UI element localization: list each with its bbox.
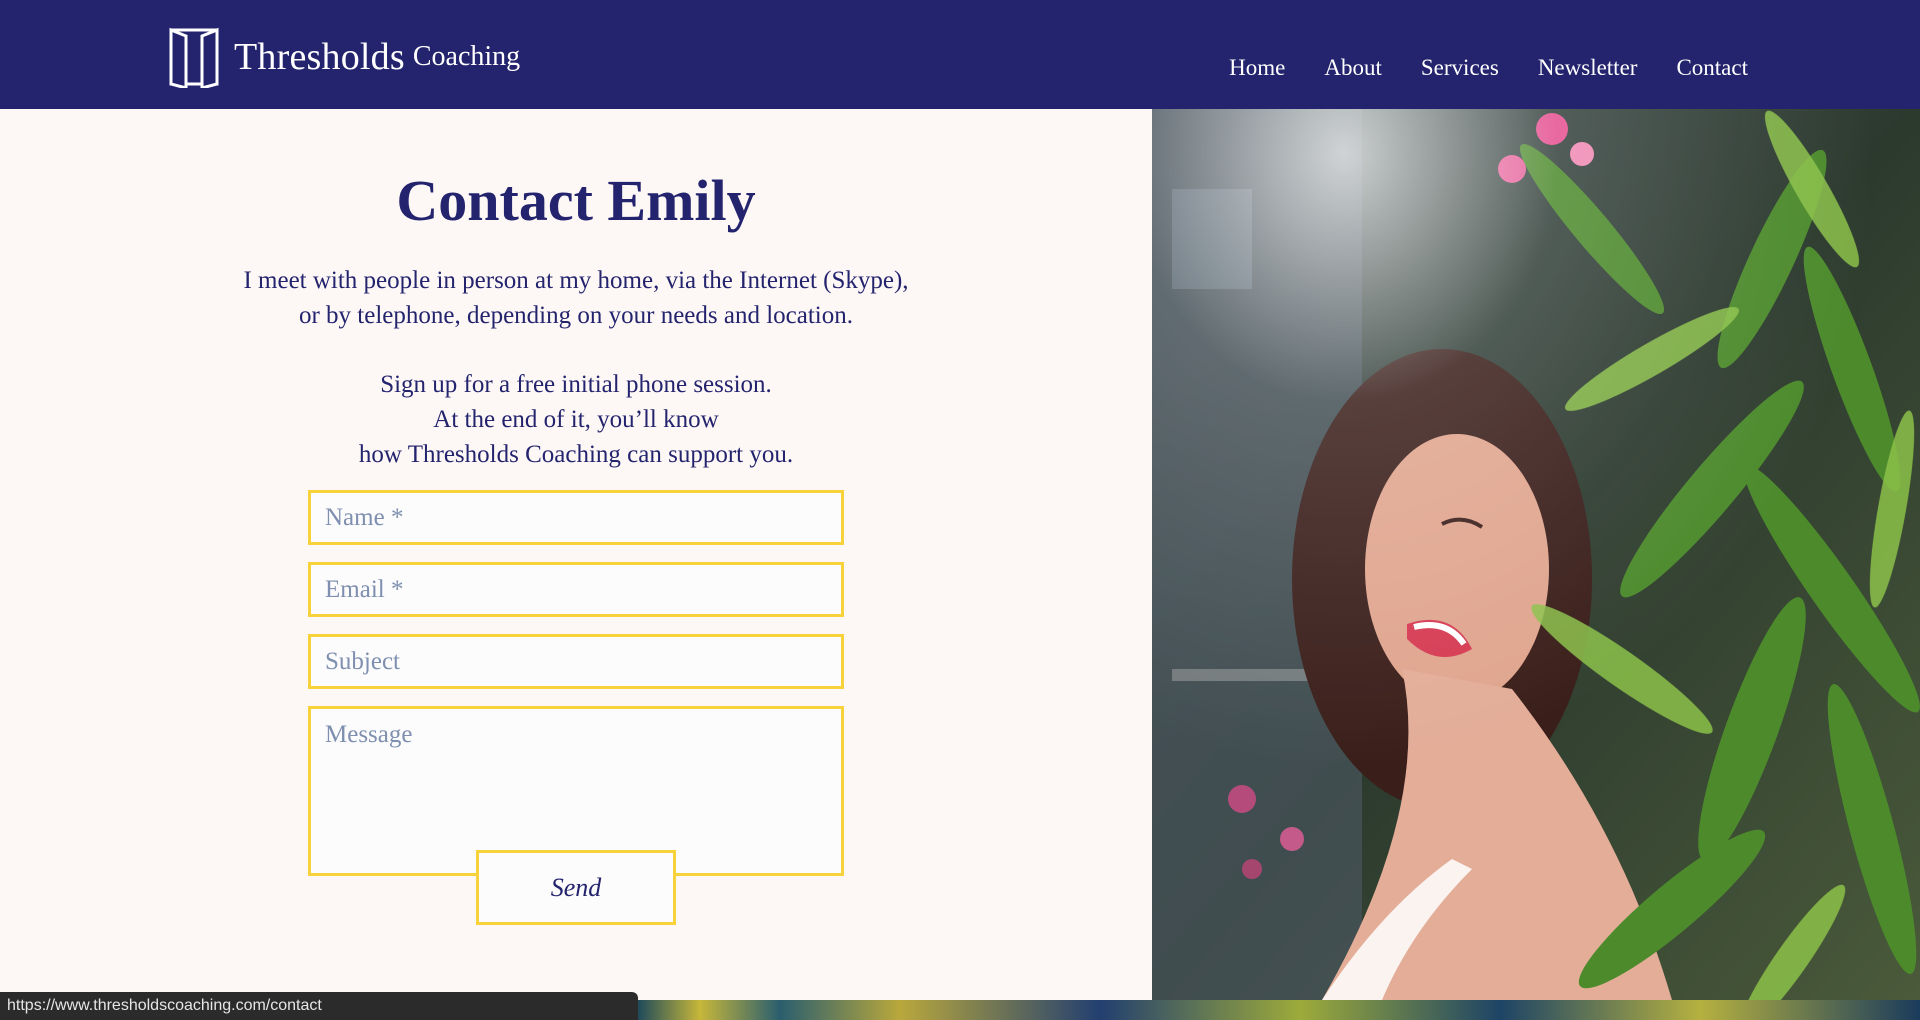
offer-line: Sign up for a free initial phone session… <box>380 371 772 398</box>
nav-about[interactable]: About <box>1324 55 1382 81</box>
intro-line: I meet with people in person at my home,… <box>243 267 909 294</box>
intro-text: I meet with people in person at my home,… <box>176 263 976 333</box>
contact-section: Contact Emily I meet with people in pers… <box>0 109 1152 1000</box>
offer-line: how Thresholds Coaching can support you. <box>358 441 794 468</box>
page-title: Contact Emily <box>396 168 756 233</box>
nav-contact[interactable]: Contact <box>1676 55 1748 81</box>
logo-subtitle: Coaching <box>412 41 521 72</box>
site-logo[interactable]: Thresholds Coaching <box>168 26 520 88</box>
main-nav: Home About Services Newsletter Contact <box>1229 55 1748 81</box>
nav-newsletter[interactable]: Newsletter <box>1538 55 1638 81</box>
status-url: https://www.thresholdscoaching.com/conta… <box>7 997 322 1014</box>
nav-home[interactable]: Home <box>1229 55 1285 81</box>
send-button[interactable]: Send <box>476 850 676 925</box>
email-field[interactable] <box>308 562 844 617</box>
browser-status-bar: https://www.thresholdscoaching.com/conta… <box>0 992 638 1020</box>
logo-name: Thresholds <box>234 36 405 78</box>
offer-text: Sign up for a free initial phone session… <box>176 367 976 472</box>
photo-illustration <box>1152 109 1920 1000</box>
offer-line: At the end of it, you’ll know <box>433 406 719 433</box>
site-header: Thresholds Coaching Home About Services … <box>0 0 1920 109</box>
nav-services[interactable]: Services <box>1421 55 1499 81</box>
subject-field[interactable] <box>308 634 844 689</box>
name-field[interactable] <box>308 490 844 545</box>
open-door-icon <box>169 27 219 88</box>
portrait-photo <box>1152 109 1920 1000</box>
intro-line: or by telephone, depending on your needs… <box>298 302 854 329</box>
